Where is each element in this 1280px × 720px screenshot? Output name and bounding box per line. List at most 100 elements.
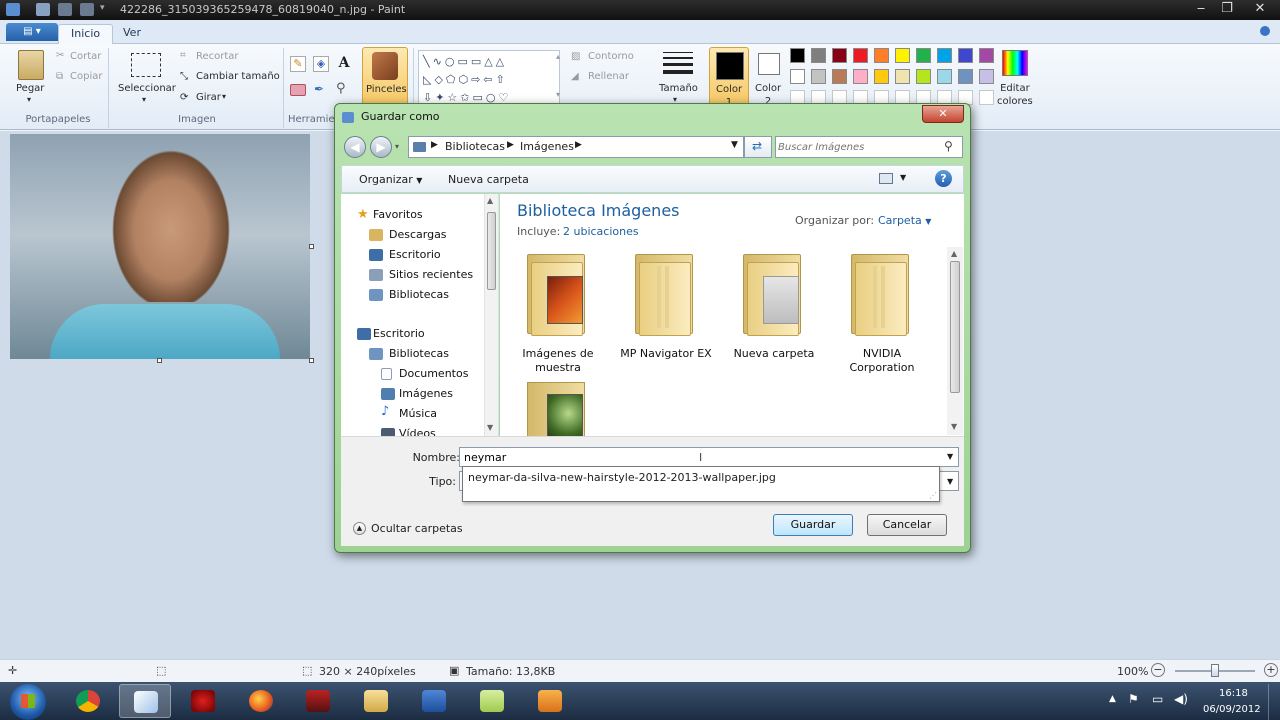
nav-sitios-recientes[interactable]: Sitios recientes	[389, 265, 473, 284]
palette-color-swatch[interactable]	[874, 48, 889, 63]
hide-folders-icon[interactable]: ▲	[353, 522, 366, 535]
scroll-down-icon[interactable]: ▼	[487, 423, 493, 432]
help-icon[interactable]	[1260, 26, 1270, 36]
breadcrumb-arrow-icon[interactable]: ▶	[575, 140, 582, 150]
zoom-slider-thumb[interactable]	[1211, 664, 1219, 677]
nav-escritorio-root[interactable]: Escritorio	[373, 324, 425, 343]
palette-color-swatch[interactable]	[811, 48, 826, 63]
search-box[interactable]: ⚲	[775, 136, 963, 158]
color-picker-icon[interactable]: ✒	[314, 82, 324, 96]
palette-color-swatch[interactable]	[958, 69, 973, 84]
recent-pages-dropdown-icon[interactable]: ▾	[395, 142, 399, 151]
fill-button[interactable]: Rellenar	[588, 71, 629, 82]
show-hidden-icons-button[interactable]: ▲	[1109, 694, 1116, 704]
crop-button[interactable]: Recortar	[196, 51, 239, 62]
tab-ver[interactable]: Ver	[111, 24, 153, 44]
gallery-more-icon[interactable]: ▾	[556, 90, 560, 99]
palette-color-swatch[interactable]	[979, 48, 994, 63]
nav-scrollbar[interactable]: ▲ ▼	[484, 194, 498, 436]
taskbar-media[interactable]	[524, 684, 576, 718]
filename-input[interactable]	[459, 447, 959, 467]
hide-folders-button[interactable]: Ocultar carpetas	[371, 522, 463, 535]
palette-color-swatch[interactable]	[832, 48, 847, 63]
palette-color-swatch[interactable]	[874, 69, 889, 84]
palette-color-swatch[interactable]	[895, 48, 910, 63]
edit-colors-icon[interactable]	[1002, 50, 1028, 76]
palette-color-swatch[interactable]	[853, 48, 868, 63]
save-button[interactable]: Guardar	[773, 514, 853, 536]
folder-imagenes-de-muestra[interactable]: Imágenes de muestra	[503, 347, 613, 375]
copy-button[interactable]: Copiar	[70, 71, 102, 82]
redo-icon[interactable]	[80, 3, 94, 16]
select-icon[interactable]	[131, 53, 161, 77]
nav-bibliotecas-root[interactable]: Bibliotecas	[389, 344, 449, 363]
folder-nueva-carpeta[interactable]: Nueva carpeta	[719, 347, 829, 361]
nav-escritorio[interactable]: Escritorio	[389, 245, 441, 264]
save-icon[interactable]	[36, 3, 50, 16]
brushes-button[interactable]: Pinceles	[362, 47, 408, 107]
resize-button[interactable]: Cambiar tamaño	[196, 71, 280, 82]
zoom-in-button[interactable]: +	[1264, 663, 1278, 677]
help-button-icon[interactable]: ?	[935, 170, 952, 187]
canvas-image[interactable]	[10, 134, 310, 359]
resize-handle-bottom[interactable]	[157, 358, 162, 363]
palette-color-swatch[interactable]	[916, 69, 931, 84]
breadcrumb-imagenes[interactable]: Imágenes	[520, 140, 574, 153]
address-bar[interactable]: ▶ Bibliotecas ▶ Imágenes ▶ ▼	[408, 136, 744, 158]
paint-app-icon[interactable]	[6, 3, 20, 16]
taskbar-paint[interactable]	[119, 684, 171, 718]
view-options-icon[interactable]	[879, 173, 893, 184]
nav-scroll-thumb[interactable]	[487, 212, 496, 290]
back-button[interactable]: ◀	[344, 136, 366, 158]
magnifier-icon[interactable]: ⚲	[336, 81, 346, 96]
search-input[interactable]	[778, 139, 938, 155]
refresh-button[interactable]: ⇄	[744, 136, 772, 158]
palette-color-swatch[interactable]	[937, 48, 952, 63]
folder-nueva-carpeta-icon[interactable]	[741, 252, 805, 338]
autocomplete-suggestion[interactable]: neymar-da-silva-new-hairstyle-2012-2013-…	[468, 471, 776, 484]
cut-button[interactable]: Cortar	[70, 51, 101, 62]
palette-color-swatch[interactable]	[853, 69, 868, 84]
resize-handle-corner[interactable]	[309, 358, 314, 363]
taskbar-flash[interactable]	[292, 684, 344, 718]
select-button[interactable]: Seleccionar	[118, 83, 176, 94]
taskbar-app[interactable]	[177, 684, 229, 718]
palette-custom-swatch[interactable]	[979, 90, 994, 105]
taskbar-notes[interactable]	[466, 684, 518, 718]
nav-favoritos[interactable]: Favoritos	[373, 205, 423, 224]
folder-nvidia-icon[interactable]	[849, 252, 913, 338]
breadcrumb-bibliotecas[interactable]: Bibliotecas	[445, 140, 505, 153]
folder-mp-navigator[interactable]: MP Navigator EX	[611, 347, 721, 361]
breadcrumb-arrow-icon[interactable]: ▶	[431, 140, 438, 150]
content-scroll-thumb[interactable]	[950, 261, 960, 393]
network-flag-icon[interactable]: ⚑	[1128, 692, 1139, 706]
taskbar-chrome[interactable]	[62, 684, 114, 718]
paste-button[interactable]: Pegar	[16, 83, 44, 94]
includes-link[interactable]: 2 ubicaciones	[563, 225, 639, 238]
folder-mp-navigator-icon[interactable]	[633, 252, 697, 338]
edit-colors-button[interactable]: Editar colores	[997, 82, 1033, 108]
scroll-up-icon[interactable]: ▲	[487, 196, 493, 205]
nav-imagenes[interactable]: Imágenes	[399, 384, 453, 403]
palette-color-swatch[interactable]	[811, 69, 826, 84]
arrange-by-dropdown[interactable]: Carpeta ▼	[878, 214, 931, 227]
network-icon[interactable]: ▭	[1152, 692, 1163, 706]
quick-access-dropdown-icon[interactable]: ▾	[100, 3, 105, 13]
zoom-out-button[interactable]: −	[1151, 663, 1165, 677]
folder-partial-icon[interactable]	[525, 380, 589, 436]
size-lines-icon[interactable]	[663, 52, 693, 76]
cancel-button[interactable]: Cancelar	[867, 514, 947, 536]
maximize-button[interactable]: ❐	[1212, 0, 1242, 18]
filetype-dropdown-icon[interactable]: ▼	[947, 477, 953, 486]
show-desktop-button[interactable]	[1268, 684, 1280, 720]
resize-grip-icon[interactable]: ⋰	[929, 491, 937, 500]
nav-musica[interactable]: Música	[399, 404, 437, 423]
outline-button[interactable]: Contorno	[588, 51, 634, 62]
palette-color-swatch[interactable]	[937, 69, 952, 84]
scroll-down-icon[interactable]: ▼	[951, 422, 957, 431]
volume-icon[interactable]: ◀)	[1174, 692, 1188, 706]
palette-color-swatch[interactable]	[979, 69, 994, 84]
shapes-gallery[interactable]: ╲∿○▭▭△△ ◺◇⬠⬡⇨⇦⇧ ⇩✦☆✩▭○♡	[418, 50, 560, 106]
forward-button[interactable]: ▶	[370, 136, 392, 158]
palette-color-swatch[interactable]	[916, 48, 931, 63]
